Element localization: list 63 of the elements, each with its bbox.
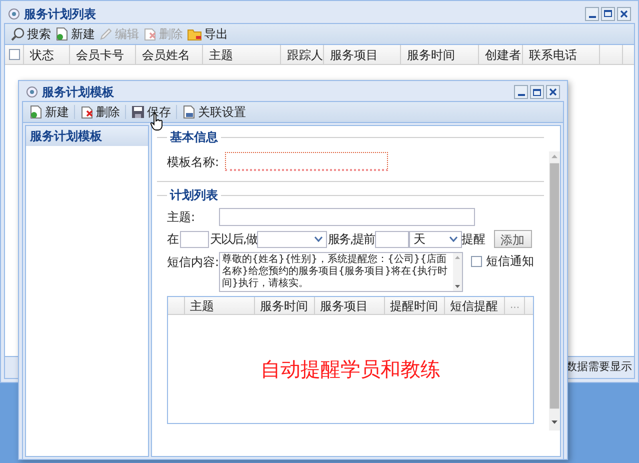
add-button[interactable]: 添加 (494, 230, 532, 248)
column-header[interactable]: 主题 (203, 45, 281, 64)
close-button[interactable] (546, 85, 560, 99)
pencil-icon (99, 27, 113, 41)
days-field[interactable] (180, 230, 209, 248)
new-document-icon (29, 105, 43, 119)
subject-field[interactable] (219, 208, 475, 226)
dialog-title: 服务计划模板 (42, 84, 115, 101)
column-header[interactable]: 服务项目 (324, 45, 401, 64)
advance-field[interactable] (374, 230, 409, 248)
field-label: 服务,提前 (328, 231, 375, 248)
template-name-field[interactable] (225, 152, 388, 171)
scrollbar-drawing (453, 253, 462, 291)
search-icon (11, 27, 25, 41)
column-header[interactable]: 跟踪人 (281, 45, 324, 64)
column-header[interactable]: 联系电话 (523, 45, 600, 64)
column-header[interactable]: 会员姓名 (136, 45, 203, 64)
minimize-button[interactable] (585, 6, 599, 20)
section-legend: 计划列表 (167, 186, 221, 204)
toolbar-button[interactable]: 删除 (78, 102, 122, 122)
column-header[interactable]: 服务时间 (401, 45, 479, 64)
dropdown-field[interactable]: 天 (408, 230, 462, 248)
delete-document-icon (143, 27, 157, 41)
field-label: 天以后,做 (210, 231, 257, 248)
column-header[interactable]: 创建者 (479, 45, 523, 64)
column-header[interactable]: 主题 (185, 297, 255, 314)
toolbar-button[interactable]: 新建 (27, 102, 71, 122)
toolbar-button[interactable]: 搜索 (9, 24, 53, 44)
maximize-button[interactable] (530, 85, 544, 99)
field-label: 提醒 (462, 231, 486, 248)
field-label: 模板名称: (167, 154, 220, 170)
checkbox-label: 短信通知 (486, 253, 534, 270)
section-legend: 基本信息 (167, 128, 221, 146)
folder-icon (187, 28, 202, 40)
column-header[interactable]: 服务项目 (315, 297, 385, 314)
column-header[interactable]: 服务时间 (255, 297, 315, 314)
window-title: 服务计划列表 (24, 6, 97, 22)
toolbar-button[interactable]: 关联设置 (180, 102, 248, 122)
field-label: 主题: (167, 209, 196, 226)
close-icon (620, 10, 628, 18)
window-icon (26, 86, 38, 98)
column-header[interactable]: 状态 (24, 45, 70, 64)
document-link-icon (182, 105, 196, 119)
minimize-button[interactable] (514, 85, 528, 99)
column-header[interactable]: 会员卡号 (70, 45, 136, 64)
window-icon (8, 8, 20, 20)
caption-text: 自动提醒学员和教练 (260, 356, 440, 383)
delete-document-icon (80, 105, 94, 119)
field-label: 短信内容: (167, 254, 219, 271)
dropdown-field[interactable] (256, 230, 327, 248)
column-header[interactable]: 短信提醒 (445, 297, 505, 314)
toolbar-button[interactable]: 新建 (53, 24, 97, 44)
maximize-button[interactable] (601, 6, 615, 20)
sms-notify-checkbox[interactable] (471, 256, 482, 266)
tree-header: 服务计划模板 (26, 126, 148, 146)
field-label: 在 (167, 231, 179, 248)
column-header[interactable]: 提醒时间 (385, 297, 445, 314)
close-icon (549, 88, 557, 96)
close-button[interactable] (617, 6, 631, 20)
sms-content-field[interactable]: 尊敬的{姓名}{性别}，系统提醒您：{公司}{店面名称}给您预约的服务项目{服务项目}将在{执行时间}执行，请核实。 (219, 252, 463, 292)
new-document-icon (55, 27, 69, 41)
toolbar-button[interactable]: 导出 (185, 24, 230, 44)
header-checkbox[interactable] (8, 49, 20, 60)
